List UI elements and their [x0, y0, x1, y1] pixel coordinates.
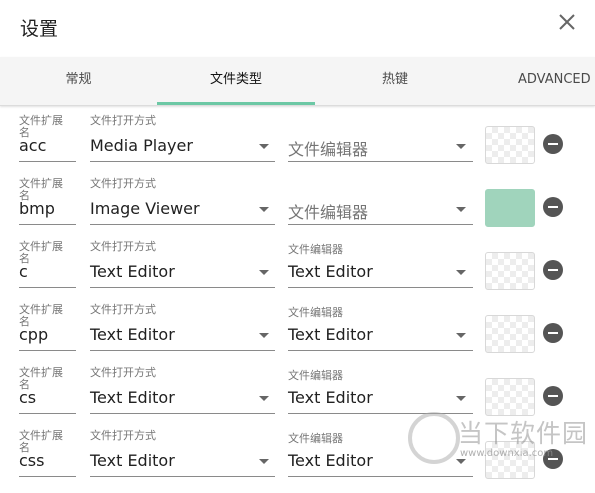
editor-underline	[288, 350, 473, 351]
caret-down-icon[interactable]	[456, 396, 466, 401]
color-swatch[interactable]	[485, 315, 535, 353]
editor-label: 文件编辑器	[288, 432, 343, 445]
open-with-underline	[90, 413, 275, 414]
caret-down-icon[interactable]	[456, 207, 466, 212]
remove-icon[interactable]	[543, 197, 563, 217]
caret-down-icon[interactable]	[259, 207, 269, 212]
remove-icon[interactable]	[543, 260, 563, 280]
editor-underline	[288, 476, 473, 477]
color-swatch[interactable]	[485, 252, 535, 290]
open-with-label: 文件打开方式	[90, 429, 156, 442]
editor-underline	[288, 413, 473, 414]
extension-underline	[19, 161, 76, 162]
open-with-underline	[90, 224, 275, 225]
open-with-underline	[90, 161, 275, 162]
remove-icon[interactable]	[543, 449, 563, 469]
extension-underline	[19, 350, 76, 351]
remove-icon[interactable]	[543, 134, 563, 154]
active-tab-indicator	[157, 102, 315, 105]
caret-down-icon[interactable]	[456, 333, 466, 338]
extension-underline	[19, 413, 76, 414]
editor-select[interactable]: Text Editor	[288, 262, 373, 281]
editor-label: 文件编辑器	[288, 306, 343, 319]
dialog-header: 设置	[0, 0, 595, 57]
open-with-underline	[90, 350, 275, 351]
extension-field[interactable]: bmp	[19, 199, 55, 218]
editor-select[interactable]: Text Editor	[288, 325, 373, 344]
caret-down-icon[interactable]	[259, 270, 269, 275]
caret-down-icon[interactable]	[456, 144, 466, 149]
color-swatch[interactable]	[485, 378, 535, 416]
color-swatch[interactable]	[485, 126, 535, 164]
extension-underline	[19, 476, 76, 477]
editor-select[interactable]: 文件编辑器	[288, 136, 368, 160]
caret-down-icon[interactable]	[259, 144, 269, 149]
tab-bar: 常规 文件类型 热键 ADVANCED	[0, 57, 595, 106]
remove-icon[interactable]	[543, 323, 563, 343]
extension-field[interactable]: cs	[19, 388, 36, 407]
open-with-label: 文件打开方式	[90, 303, 156, 316]
caret-down-icon[interactable]	[456, 270, 466, 275]
table-row: 文件扩展名 acc 文件打开方式 Media Player 文件编辑器	[0, 115, 595, 178]
extension-underline	[19, 287, 76, 288]
editor-underline	[288, 161, 473, 162]
caret-down-icon[interactable]	[456, 459, 466, 464]
tab-hotkeys[interactable]: 热键	[315, 57, 475, 105]
editor-label: 文件编辑器	[288, 243, 343, 256]
table-row: 文件扩展名 css 文件打开方式 Text Editor 文件编辑器 Text Edito…	[0, 430, 595, 493]
editor-select[interactable]: Text Editor	[288, 388, 373, 407]
caret-down-icon[interactable]	[259, 396, 269, 401]
open-with-label: 文件打开方式	[90, 366, 156, 379]
extension-field[interactable]: css	[19, 451, 44, 470]
tab-file-types[interactable]: 文件类型	[157, 57, 315, 105]
open-with-select[interactable]: Text Editor	[90, 388, 175, 407]
extension-field[interactable]: cpp	[19, 325, 48, 344]
table-row: 文件扩展名 cs 文件打开方式 Text Editor 文件编辑器 Text Editor	[0, 367, 595, 430]
open-with-select[interactable]: Text Editor	[90, 325, 175, 344]
tab-advanced[interactable]: ADVANCED	[518, 57, 591, 105]
dialog-title: 设置	[20, 18, 59, 40]
remove-icon[interactable]	[543, 386, 563, 406]
open-with-select[interactable]: Text Editor	[90, 262, 175, 281]
open-with-label: 文件打开方式	[90, 177, 156, 190]
open-with-select[interactable]: Media Player	[90, 136, 193, 155]
open-with-underline	[90, 287, 275, 288]
open-with-label: 文件打开方式	[90, 240, 156, 253]
color-swatch[interactable]	[485, 189, 535, 227]
open-with-underline	[90, 476, 275, 477]
table-row: 文件扩展名 bmp 文件打开方式 Image Viewer 文件编辑器	[0, 178, 595, 241]
caret-down-icon[interactable]	[259, 333, 269, 338]
editor-select[interactable]: 文件编辑器	[288, 199, 368, 223]
extension-field[interactable]: acc	[19, 136, 46, 155]
editor-label: 文件编辑器	[288, 369, 343, 382]
color-swatch[interactable]	[485, 441, 535, 479]
table-row: 文件扩展名 cpp 文件打开方式 Text Editor 文件编辑器 Text Edito…	[0, 304, 595, 367]
open-with-label: 文件打开方式	[90, 114, 156, 127]
open-with-select[interactable]: Image Viewer	[90, 199, 200, 218]
editor-select[interactable]: Text Editor	[288, 451, 373, 470]
editor-underline	[288, 287, 473, 288]
table-row: 文件扩展名 c 文件打开方式 Text Editor 文件编辑器 Text Editor	[0, 241, 595, 304]
tab-general[interactable]: 常规	[0, 57, 157, 105]
extension-field[interactable]: c	[19, 262, 28, 281]
close-icon[interactable]	[557, 12, 577, 32]
open-with-select[interactable]: Text Editor	[90, 451, 175, 470]
extension-underline	[19, 224, 76, 225]
caret-down-icon[interactable]	[259, 459, 269, 464]
editor-underline	[288, 224, 473, 225]
